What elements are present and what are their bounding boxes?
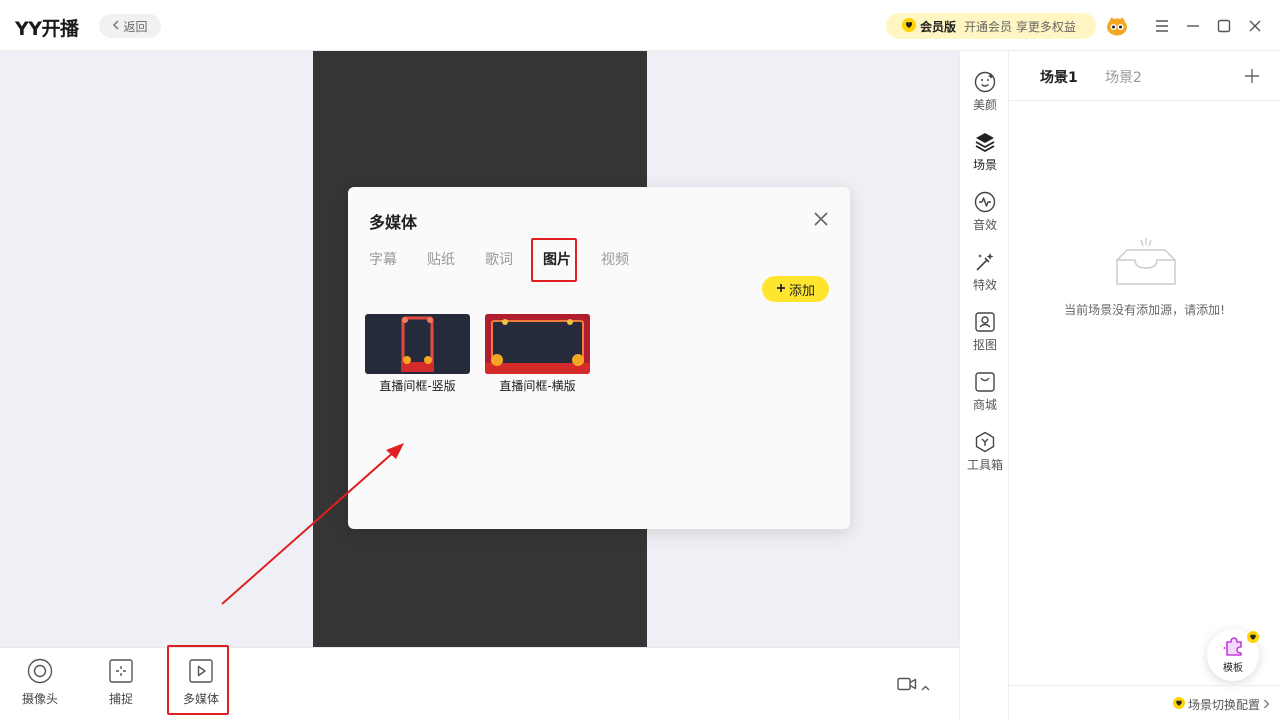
feature-rail: 美颜 场景 音效 特效 抠图 商城 工具箱 (959, 51, 1009, 720)
scene-tabs: 场景1 场景2 (1009, 51, 1280, 101)
rail-item-matting[interactable]: 抠图 (960, 311, 1010, 353)
template-label: 模板 (1223, 663, 1243, 674)
tab-stickers[interactable]: 贴纸 (427, 249, 455, 269)
layers-icon (974, 131, 996, 153)
maximize-icon[interactable] (1214, 16, 1234, 36)
chevron-left-icon (112, 19, 120, 33)
app-logo: YY开播 (15, 18, 79, 40)
rail-label: 工具箱 (966, 458, 1003, 472)
face-icon (974, 71, 996, 93)
user-avatar[interactable] (1106, 16, 1128, 36)
tab-subtitles[interactable]: 字幕 (369, 249, 397, 269)
capture-label: 捕捉 (108, 692, 133, 706)
shopping-bag-icon (974, 371, 996, 393)
minimize-icon[interactable] (1183, 16, 1203, 36)
add-label: 添加 (788, 283, 815, 299)
rail-label: 音效 (972, 218, 997, 232)
chevron-up-icon (921, 676, 930, 695)
toolbox-icon (974, 431, 996, 453)
empty-scene-text: 当前场景没有添加源，请添加! (1064, 303, 1225, 317)
vip-heart-icon (1172, 697, 1185, 712)
scene-switch-config-link[interactable]: 场景切换配置 (1172, 696, 1270, 713)
tab-lyrics[interactable]: 歌词 (485, 249, 513, 269)
rail-label: 抠图 (972, 338, 997, 352)
rail-item-sound[interactable]: 音效 (960, 191, 1010, 233)
rail-label: 场景 (972, 158, 997, 172)
multimedia-icon (188, 658, 214, 684)
title-bar: YY开播 返回 会员版 开通会员 享更多权益 (0, 0, 1280, 51)
vip-desc: 开通会员 享更多权益 (964, 19, 1076, 34)
multimedia-button[interactable]: 多媒体 (171, 658, 231, 707)
dialog-close-icon[interactable] (811, 209, 831, 229)
rail-label: 特效 (972, 278, 997, 292)
bottom-toolbar: 摄像头 捕捉 多媒体 (0, 647, 959, 720)
portrait-cutout-icon (974, 311, 996, 333)
camera-label: 摄像头 (21, 692, 58, 706)
multimedia-label: 多媒体 (182, 692, 219, 706)
scene-panel: 场景1 场景2 当前场景没有添加源，请添加! 模板 场景切换配置 (1009, 51, 1280, 720)
capture-button[interactable]: 捕捉 (91, 658, 151, 707)
video-camera-icon (897, 676, 917, 695)
image-item-vertical-frame[interactable]: 直播间框-竖版 (365, 314, 470, 394)
scene-footer: 场景切换配置 (1009, 685, 1280, 720)
camera-button[interactable]: 摄像头 (10, 658, 70, 707)
image-name: 直播间框-竖版 (379, 379, 456, 393)
plus-icon (776, 282, 786, 297)
chevron-right-icon (1263, 698, 1270, 712)
sound-wave-icon (974, 191, 996, 213)
dialog-title: 多媒体 (369, 213, 418, 232)
menu-icon[interactable] (1152, 16, 1172, 36)
vip-banner[interactable]: 会员版 开通会员 享更多权益 (886, 13, 1096, 39)
video-device-toggle[interactable] (897, 676, 930, 695)
rail-item-effects[interactable]: 特效 (960, 251, 1010, 293)
back-label: 返回 (123, 19, 148, 34)
rail-label: 美颜 (972, 98, 997, 112)
rail-label: 商城 (972, 398, 997, 412)
camera-icon (27, 658, 53, 684)
magic-wand-icon (974, 251, 996, 273)
vip-heart-icon (902, 17, 916, 35)
switch-config-label: 场景切换配置 (1187, 698, 1260, 712)
vip-label: 会员版 (920, 19, 957, 34)
empty-box-icon (1111, 236, 1181, 288)
back-button[interactable]: 返回 (99, 14, 161, 38)
capture-icon (108, 658, 134, 684)
tab-scene-1[interactable]: 场景1 (1040, 67, 1078, 87)
rail-item-beauty[interactable]: 美颜 (960, 71, 1010, 113)
image-thumbnail (485, 314, 590, 374)
rail-item-scene[interactable]: 场景 (960, 131, 1010, 173)
tab-videos[interactable]: 视频 (601, 249, 629, 269)
multimedia-dialog: 多媒体 字幕 贴纸 歌词 图片 视频 添加 直播间框-竖版 直播间框-横版 (348, 187, 850, 529)
rail-item-shop[interactable]: 商城 (960, 371, 1010, 413)
image-name: 直播间框-横版 (499, 379, 576, 393)
template-vip-heart-icon (1247, 628, 1259, 647)
template-puzzle-icon (1222, 636, 1244, 659)
add-scene-icon[interactable] (1241, 65, 1263, 87)
tab-scene-2[interactable]: 场景2 (1105, 67, 1142, 87)
close-icon[interactable] (1245, 16, 1265, 36)
image-thumbnail (365, 314, 470, 374)
add-image-button[interactable]: 添加 (762, 276, 829, 302)
tab-images[interactable]: 图片 (543, 249, 571, 269)
rail-item-toolbox[interactable]: 工具箱 (960, 431, 1010, 473)
image-item-horizontal-frame[interactable]: 直播间框-横版 (485, 314, 590, 394)
